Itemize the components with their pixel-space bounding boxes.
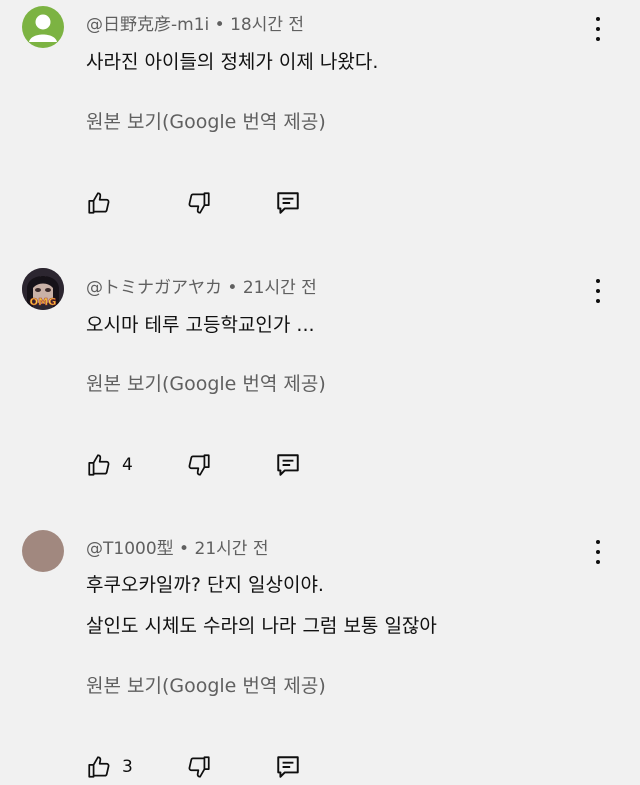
thumbs-down-icon xyxy=(188,756,210,778)
reply-comment-icon xyxy=(277,756,299,778)
avatar[interactable]: OMG xyxy=(22,268,64,310)
dislike-button[interactable] xyxy=(186,190,212,216)
thumbs-up-icon xyxy=(88,454,110,476)
default-avatar-icon xyxy=(29,14,57,42)
separator-dot: • xyxy=(209,15,231,35)
thumbs-down-icon xyxy=(188,192,210,214)
comment-text-line-1: 후쿠오카일까? 단지 일상이야. xyxy=(86,574,324,596)
author-name[interactable]: @トミナガアヤカ xyxy=(86,278,222,298)
separator-dot: • xyxy=(173,539,195,559)
thumbs-down-icon xyxy=(188,454,210,476)
comment-text-line-2: 살인도 시체도 수라의 나라 그럼 보통 일잖아 xyxy=(86,615,437,637)
avatar-badge: OMG xyxy=(30,297,57,308)
comment-text: 오시마 테루 고등학교인가 ... xyxy=(86,314,315,336)
like-count: 3 xyxy=(122,757,133,777)
thumbs-up-icon xyxy=(88,756,110,778)
more-options-icon[interactable] xyxy=(588,15,608,43)
more-options-icon[interactable] xyxy=(588,538,608,566)
comment-time: 18시간 전 xyxy=(230,15,305,35)
comment-meta: @T1000型 • 21시간 전 xyxy=(86,534,268,559)
see-original-link[interactable]: 원본 보기(Google 번역 제공) xyxy=(86,369,326,396)
avatar[interactable] xyxy=(22,530,64,572)
author-name[interactable]: @日野克彦-m1i xyxy=(86,15,209,35)
like-button[interactable]: 4 xyxy=(86,452,133,478)
like-count: 4 xyxy=(122,455,133,475)
comment-text: 사라진 아이들의 정체가 이제 나왔다. xyxy=(86,51,379,73)
user-photo-avatar: OMG xyxy=(22,268,64,310)
avatar[interactable] xyxy=(22,6,64,48)
author-name[interactable]: @T1000型 xyxy=(86,539,174,559)
separator-dot: • xyxy=(222,278,243,298)
reply-button[interactable] xyxy=(275,190,301,216)
reply-button[interactable] xyxy=(275,452,301,478)
comment-meta: @日野克彦-m1i • 18시간 전 xyxy=(86,10,304,35)
comment-time: 21시간 전 xyxy=(194,539,269,559)
dislike-button[interactable] xyxy=(186,452,212,478)
thumbs-up-icon xyxy=(88,192,110,214)
more-options-icon[interactable] xyxy=(588,277,608,305)
see-original-link[interactable]: 원본 보기(Google 번역 제공) xyxy=(86,671,326,698)
comment-time: 21시간 전 xyxy=(242,278,317,298)
dislike-button[interactable] xyxy=(186,754,212,780)
see-original-link[interactable]: 원본 보기(Google 번역 제공) xyxy=(86,107,326,134)
reply-comment-icon xyxy=(277,192,299,214)
comment-meta: @トミナガアヤカ • 21시간 전 xyxy=(86,273,317,298)
like-button[interactable]: 3 xyxy=(86,754,133,780)
reply-comment-icon xyxy=(277,454,299,476)
reply-button[interactable] xyxy=(275,754,301,780)
like-button[interactable] xyxy=(86,190,112,216)
